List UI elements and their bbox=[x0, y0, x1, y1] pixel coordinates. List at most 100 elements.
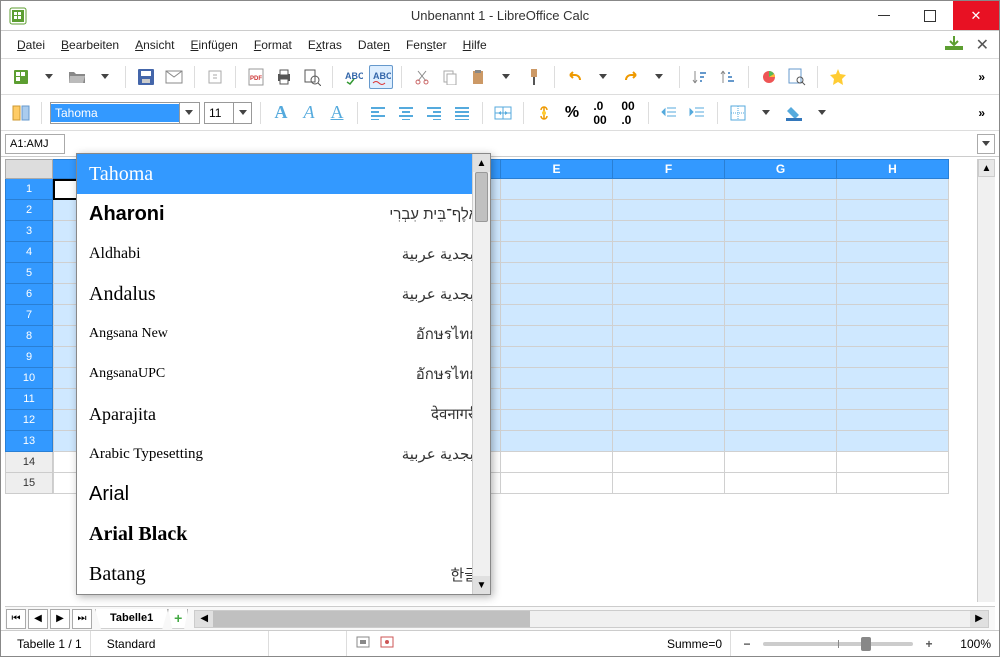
menu-datei[interactable]: Datei bbox=[11, 34, 51, 56]
row-header[interactable]: 11 bbox=[5, 389, 53, 410]
cell[interactable] bbox=[837, 473, 949, 494]
cell[interactable] bbox=[501, 389, 613, 410]
status-modified-icon[interactable] bbox=[379, 635, 395, 652]
toolbar2-overflow-button[interactable]: » bbox=[972, 106, 991, 120]
undo-dropdown[interactable] bbox=[591, 65, 615, 89]
increase-indent-button[interactable] bbox=[685, 101, 709, 125]
cell[interactable] bbox=[837, 221, 949, 242]
font-option[interactable]: AngsanaUPCอักษรไทย bbox=[77, 354, 490, 394]
cell[interactable] bbox=[725, 263, 837, 284]
font-list-scrollbar[interactable]: ▲ ▼ bbox=[472, 154, 490, 594]
cell[interactable] bbox=[501, 473, 613, 494]
font-name-input[interactable] bbox=[51, 104, 179, 122]
align-left-button[interactable] bbox=[366, 101, 390, 125]
font-option[interactable]: Aharoniאָלֶף־בֵּית עִבְרִי bbox=[77, 194, 490, 234]
font-name-combo[interactable] bbox=[50, 102, 200, 124]
cell[interactable] bbox=[613, 473, 725, 494]
font-option[interactable]: Batang한글 bbox=[77, 554, 490, 594]
font-name-dropdown-button[interactable] bbox=[179, 103, 197, 123]
close-document-button[interactable]: ✕ bbox=[976, 35, 989, 55]
edit-button[interactable] bbox=[203, 65, 227, 89]
cell[interactable] bbox=[725, 410, 837, 431]
font-option[interactable]: Tahoma bbox=[77, 154, 490, 194]
copy-button[interactable] bbox=[438, 65, 462, 89]
cell[interactable] bbox=[501, 431, 613, 452]
cell[interactable] bbox=[837, 452, 949, 473]
row-header[interactable]: 7 bbox=[5, 305, 53, 326]
sheet-tab[interactable]: Tabelle1 bbox=[95, 609, 168, 629]
menu-extras[interactable]: Extras bbox=[302, 34, 348, 56]
open-dropdown[interactable] bbox=[93, 65, 117, 89]
menu-hilfe[interactable]: Hilfe bbox=[457, 34, 493, 56]
cell[interactable] bbox=[837, 242, 949, 263]
cell[interactable] bbox=[501, 410, 613, 431]
toolbar-overflow-button[interactable]: » bbox=[972, 70, 991, 84]
cell[interactable] bbox=[725, 179, 837, 200]
menu-daten[interactable]: Daten bbox=[352, 34, 396, 56]
scroll-down-button[interactable]: ▼ bbox=[473, 576, 490, 594]
merge-cells-button[interactable] bbox=[491, 101, 515, 125]
add-decimal-button[interactable]: .000 bbox=[588, 101, 612, 125]
redo-button[interactable] bbox=[619, 65, 643, 89]
cell[interactable] bbox=[501, 347, 613, 368]
last-sheet-button[interactable]: ⏭ bbox=[72, 609, 92, 629]
underline-button[interactable]: A bbox=[325, 101, 349, 125]
download-icon[interactable] bbox=[944, 35, 964, 54]
close-button[interactable] bbox=[953, 1, 999, 30]
font-option[interactable]: Aparajitaदेवनागरी bbox=[77, 394, 490, 434]
redo-dropdown[interactable] bbox=[647, 65, 671, 89]
font-option[interactable]: Aldhabiأبجدية عربية bbox=[77, 234, 490, 274]
maximize-button[interactable] bbox=[907, 1, 953, 30]
undo-button[interactable] bbox=[563, 65, 587, 89]
styles-button[interactable] bbox=[9, 101, 33, 125]
bg-color-dropdown[interactable] bbox=[810, 101, 834, 125]
sort-desc-button[interactable] bbox=[716, 65, 740, 89]
bold-button[interactable]: A bbox=[269, 101, 293, 125]
row-header[interactable]: 13 bbox=[5, 431, 53, 452]
save-button[interactable] bbox=[134, 65, 158, 89]
cell[interactable] bbox=[613, 410, 725, 431]
row-header[interactable]: 14 bbox=[5, 452, 53, 473]
cell[interactable] bbox=[501, 326, 613, 347]
cell[interactable] bbox=[501, 179, 613, 200]
scroll-left-button[interactable]: ◀ bbox=[195, 611, 213, 627]
cell[interactable] bbox=[613, 263, 725, 284]
status-selection-mode-icon[interactable] bbox=[355, 635, 371, 652]
remove-decimal-button[interactable]: 00.0 bbox=[616, 101, 640, 125]
paste-button[interactable] bbox=[466, 65, 490, 89]
cell[interactable] bbox=[837, 389, 949, 410]
status-page-style[interactable]: Standard bbox=[99, 631, 269, 656]
cell[interactable] bbox=[725, 221, 837, 242]
font-size-combo[interactable] bbox=[204, 102, 252, 124]
select-all-corner[interactable] bbox=[5, 159, 53, 179]
scroll-right-button[interactable]: ▶ bbox=[970, 611, 988, 627]
cell[interactable] bbox=[725, 389, 837, 410]
sort-asc-button[interactable] bbox=[688, 65, 712, 89]
row-header[interactable]: 15 bbox=[5, 473, 53, 494]
font-option[interactable]: Andalusأبجدية عربية bbox=[77, 274, 490, 314]
scrollbar-thumb[interactable] bbox=[475, 172, 488, 222]
font-option[interactable]: Arabic Typesettingأبجدية عربية bbox=[77, 434, 490, 474]
row-header[interactable]: 5 bbox=[5, 263, 53, 284]
cell[interactable] bbox=[613, 284, 725, 305]
cell[interactable] bbox=[837, 305, 949, 326]
row-header[interactable]: 12 bbox=[5, 410, 53, 431]
zoom-out-button[interactable]: − bbox=[739, 636, 755, 652]
font-size-dropdown-button[interactable] bbox=[233, 103, 251, 123]
auto-spellcheck-button[interactable]: ABC bbox=[369, 65, 393, 89]
menu-fenster[interactable]: Fenster bbox=[400, 34, 453, 56]
status-sum[interactable]: Summe=0 bbox=[659, 631, 731, 656]
find-button[interactable] bbox=[785, 65, 809, 89]
formula-expand-button[interactable] bbox=[977, 134, 995, 154]
prev-sheet-button[interactable]: ◀ bbox=[28, 609, 48, 629]
add-sheet-button[interactable]: + bbox=[168, 609, 188, 629]
cell[interactable] bbox=[501, 200, 613, 221]
font-option[interactable]: Angsana Newอักษรไทย bbox=[77, 314, 490, 354]
italic-button[interactable]: A bbox=[297, 101, 321, 125]
cell[interactable] bbox=[613, 200, 725, 221]
chart-button[interactable] bbox=[757, 65, 781, 89]
cell[interactable] bbox=[613, 389, 725, 410]
cell[interactable] bbox=[725, 347, 837, 368]
first-sheet-button[interactable]: ⏮ bbox=[6, 609, 26, 629]
column-header[interactable]: H bbox=[837, 159, 949, 179]
